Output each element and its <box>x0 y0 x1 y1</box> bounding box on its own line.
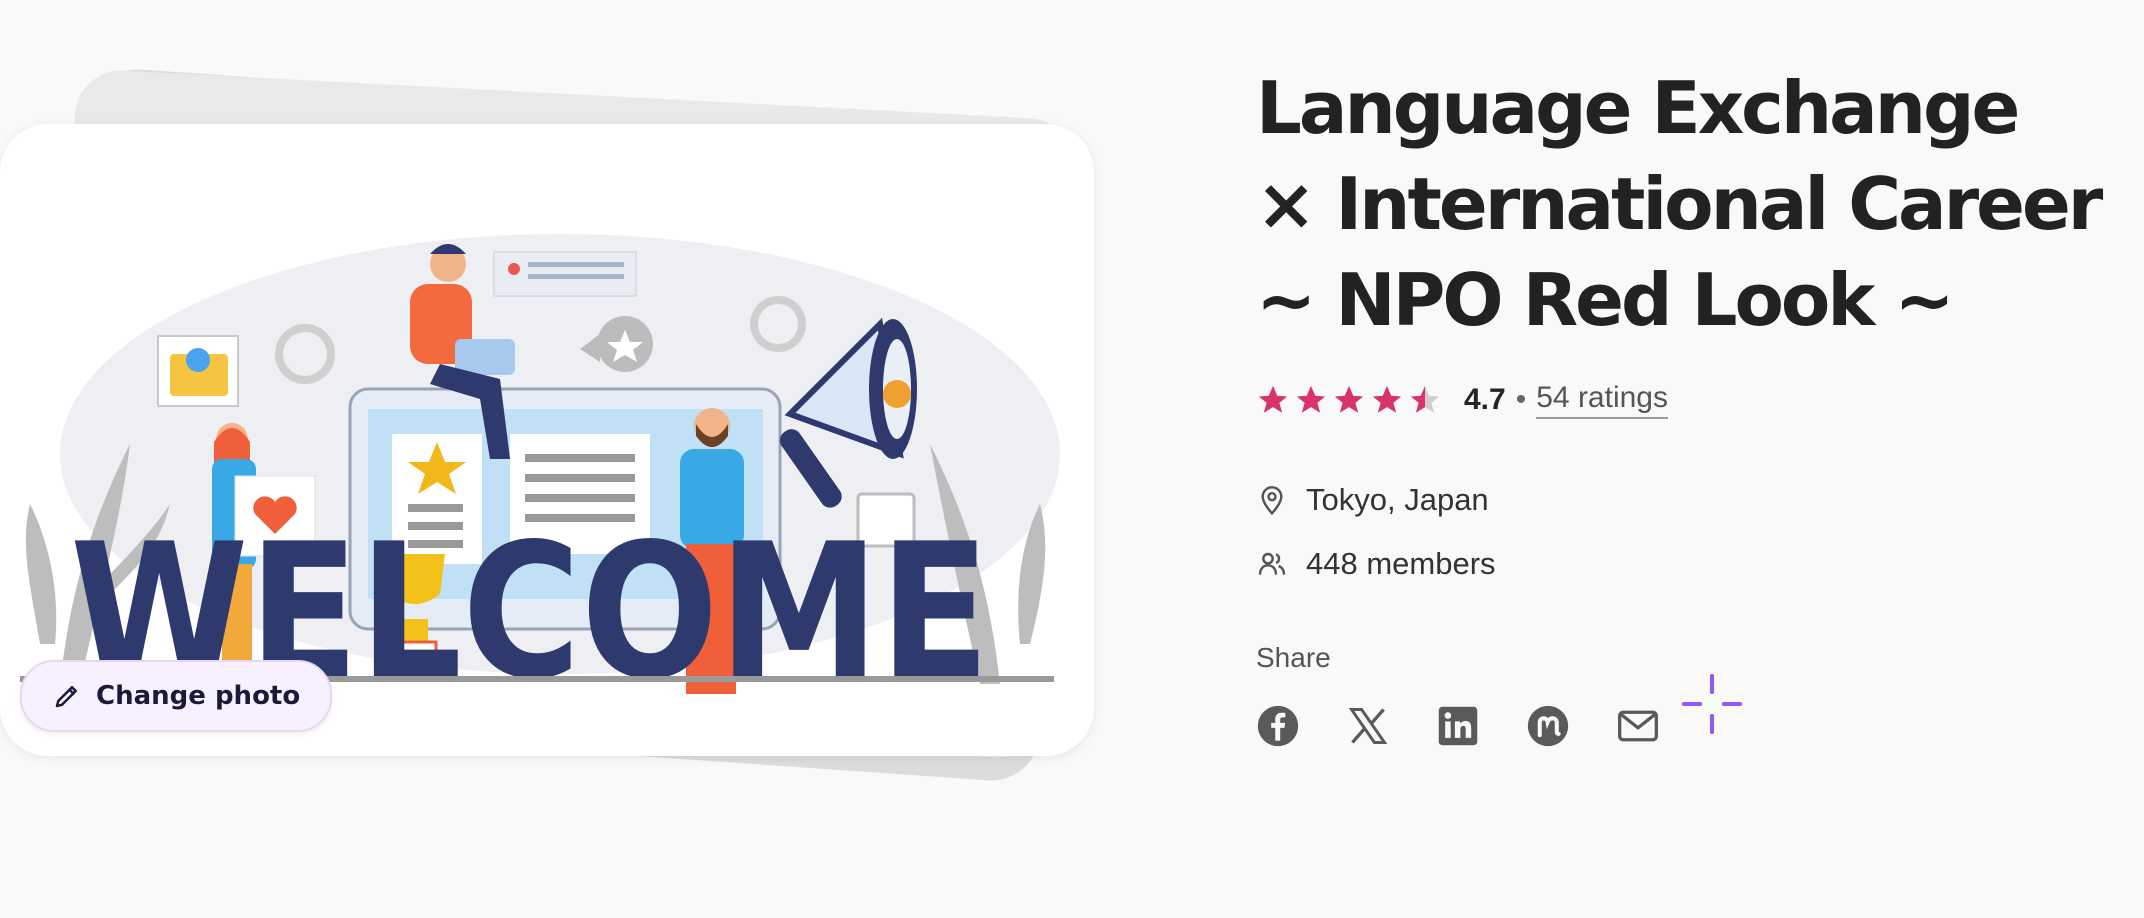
members-text[interactable]: 448 members <box>1306 546 1496 582</box>
pencil-icon <box>55 686 77 708</box>
location-row: Tokyo, Japan <box>1256 482 2116 518</box>
group-photo-area: WELCOME Change photo <box>0 66 1100 800</box>
ratings-link[interactable]: 54 ratings <box>1536 381 1668 419</box>
star-icon <box>1296 385 1326 413</box>
members-row: 448 members <box>1256 546 2116 582</box>
group-title: Language Exchange × International Career… <box>1256 66 2103 342</box>
star-icon <box>1258 385 1288 413</box>
group-info: Language Exchange × International Career… <box>1256 60 2116 748</box>
facebook-icon[interactable] <box>1256 704 1300 748</box>
members-icon <box>1258 552 1286 575</box>
x-icon[interactable] <box>1346 704 1390 748</box>
star-half-icon <box>1410 385 1440 413</box>
sparkle-icon <box>1682 674 1742 734</box>
change-photo-button[interactable]: Change photo <box>20 660 333 732</box>
share-label: Share <box>1256 642 1331 673</box>
change-photo-label: Change photo <box>96 681 301 711</box>
meetup-icon[interactable] <box>1526 704 1570 748</box>
star-icon <box>1334 385 1364 413</box>
email-icon[interactable] <box>1616 704 1660 748</box>
rating-value: 4.7 <box>1464 383 1506 416</box>
star-icon <box>1372 385 1402 413</box>
star-rating <box>1256 383 1442 417</box>
linkedin-icon[interactable] <box>1436 704 1480 748</box>
rating-separator: • <box>1515 383 1527 416</box>
location-pin-icon <box>1261 486 1283 516</box>
rating-row: 4.7 • 54 ratings <box>1256 378 2116 422</box>
location-text: Tokyo, Japan <box>1306 482 1489 517</box>
